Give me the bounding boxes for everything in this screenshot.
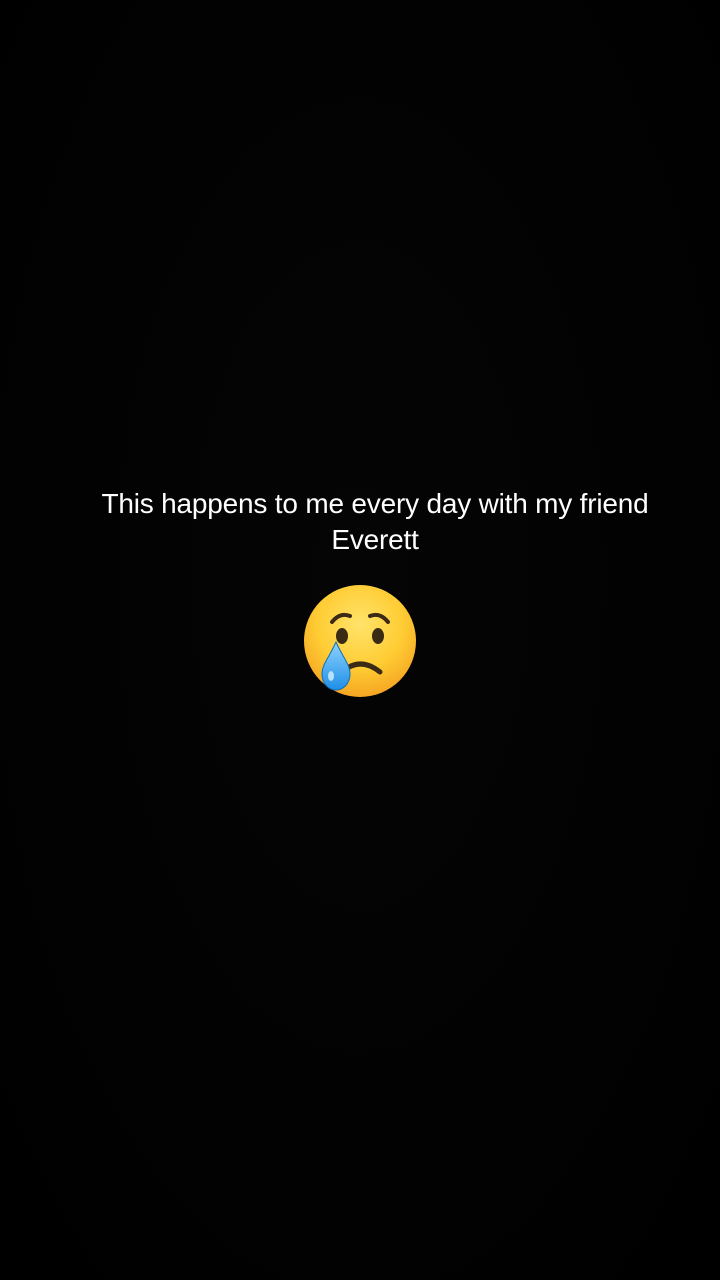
video-frame: This happens to me every day with my fri… (0, 0, 720, 1280)
caption-text: This happens to me every day with my fri… (101, 488, 649, 555)
crying-face-icon (302, 584, 418, 700)
